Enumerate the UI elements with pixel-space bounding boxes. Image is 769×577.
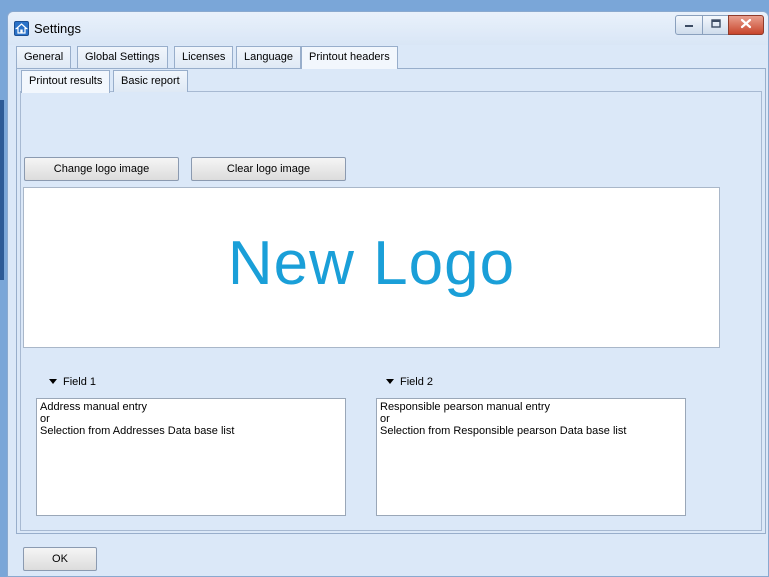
background-edge (0, 100, 4, 280)
field1-line: or (40, 413, 50, 425)
field1-line: Selection from Addresses Data base list (40, 425, 235, 437)
tab-printout-headers[interactable]: Printout headers (301, 46, 398, 69)
tab-licenses[interactable]: Licenses (174, 46, 234, 68)
minimize-button[interactable] (675, 15, 703, 35)
minimize-icon (684, 19, 694, 31)
tab-language[interactable]: Language (236, 46, 301, 68)
ok-button[interactable]: OK (23, 547, 97, 571)
tab-global-settings[interactable]: Global Settings (77, 46, 168, 68)
close-icon (740, 18, 752, 32)
field1-textarea[interactable]: Address manual entry or Selection from A… (36, 398, 346, 516)
field1-line: Address manual entry (40, 401, 147, 413)
tab-printout-results[interactable]: Printout results (21, 70, 111, 93)
triangle-down-icon (386, 378, 394, 384)
triangle-down-icon (49, 378, 57, 384)
maximize-icon (710, 19, 721, 31)
field2-line: Selection from Responsible pearson Data … (380, 425, 627, 437)
clear-logo-button[interactable]: Clear logo image (191, 157, 346, 181)
field2-label: Field 2 (400, 376, 434, 388)
tab-basic-report[interactable]: Basic report (113, 70, 188, 92)
maximize-button[interactable] (702, 15, 729, 35)
tab-general[interactable]: General (16, 46, 72, 68)
close-button[interactable] (728, 15, 764, 35)
field2-header[interactable]: Field 2 (386, 376, 433, 388)
field2-line: Responsible pearson manual entry (380, 401, 550, 413)
logo-preview: New Logo (23, 187, 720, 348)
field1-header[interactable]: Field 1 (49, 376, 96, 388)
field1-label: Field 1 (63, 376, 97, 388)
home-icon (14, 21, 29, 36)
change-logo-button[interactable]: Change logo image (24, 157, 179, 181)
window-title: Settings (34, 21, 81, 36)
field2-line: or (380, 413, 390, 425)
title-bar: Settings (8, 12, 768, 45)
field2-textarea[interactable]: Responsible pearson manual entry or Sele… (376, 398, 686, 516)
logo-image-text: New Logo (227, 229, 516, 298)
